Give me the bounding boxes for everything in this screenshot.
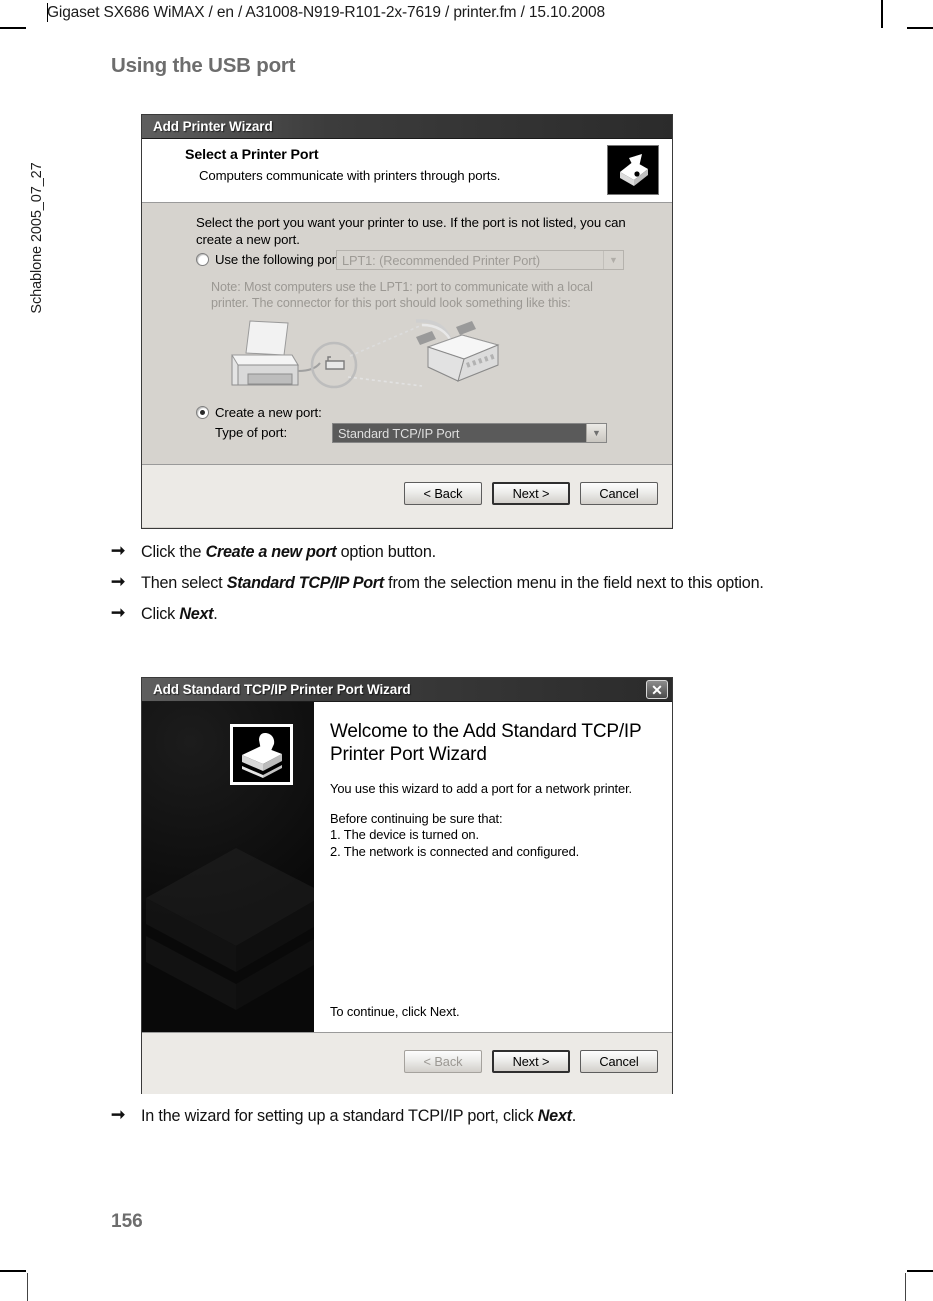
dialog-header-subtitle: Computers communicate with printers thro… <box>199 168 501 183</box>
wizard-welcome-title: Welcome to the Add Standard TCP/IP Print… <box>330 721 642 765</box>
step-bold: Create a new port <box>205 543 337 561</box>
port-select-value: LPT1: (Recommended Printer Port) <box>342 252 541 268</box>
port-select[interactable]: LPT1: (Recommended Printer Port) ▼ <box>336 250 624 270</box>
dialog-header-band: Select a Printer Port Computers communic… <box>142 139 672 203</box>
add-standard-tcpip-printer-port-wizard-dialog: Add Standard TCP/IP Printer Port Wizard … <box>141 677 673 1094</box>
use-following-port-label: Use the following port: <box>215 252 344 267</box>
crop-mark-top-left-h <box>0 27 26 29</box>
dialog-button-row: < Back Next > Cancel <box>404 482 658 505</box>
list-item: ➞ Click the Create a new port option but… <box>111 541 853 563</box>
crop-mark-top-right <box>881 0 883 28</box>
wizard-continue-text: To continue, click Next. <box>330 1004 460 1019</box>
step-suffix: . <box>213 605 218 623</box>
port-note-text: Note: Most computers use the LPT1: port … <box>211 280 593 310</box>
chevron-down-icon[interactable]: ▼ <box>603 251 623 269</box>
crop-mark-bottom-right-v <box>905 1273 906 1301</box>
list-item: 1. The device is turned on. <box>330 827 479 842</box>
step-suffix: . <box>571 1107 577 1125</box>
list-item: ➞ Click Next. <box>111 603 853 625</box>
crop-mark-bottom-left-v <box>27 1273 28 1301</box>
page-number: 156 <box>111 1211 143 1232</box>
step-prefix: Then select <box>141 574 227 592</box>
back-button[interactable]: < Back <box>404 482 482 505</box>
arrow-right-icon: ➞ <box>111 541 126 560</box>
chevron-down-icon[interactable]: ▼ <box>586 424 606 442</box>
wizard-before-continuing: Before continuing be sure that: <box>330 811 503 826</box>
printer-stack-icon <box>230 724 293 785</box>
type-of-port-select-value: Standard TCP/IP Port <box>333 424 586 442</box>
wizard-titlebar: Add Standard TCP/IP Printer Port Wizard … <box>142 678 672 702</box>
document-header: Gigaset SX686 WiMAX / en / A31008-N919-R… <box>47 4 605 21</box>
cancel-button[interactable]: Cancel <box>580 482 658 505</box>
create-new-port-radio-row[interactable]: Create a new port: <box>196 405 322 420</box>
arrow-right-icon: ➞ <box>111 603 126 622</box>
close-icon[interactable]: ✕ <box>646 680 668 699</box>
printer-stack-watermark-icon <box>142 820 314 1030</box>
wizard-content-panel: Welcome to the Add Standard TCP/IP Print… <box>314 702 672 1032</box>
crop-mark-top-right-h <box>907 27 933 29</box>
port-instruction-text: Select the port you want your printer to… <box>196 215 626 247</box>
step-bold: Standard TCP/IP Port <box>226 574 384 592</box>
step-suffix: from the selection menu in the field nex… <box>383 574 764 592</box>
page-title: Using the USB port <box>111 54 296 77</box>
add-printer-wizard-dialog: Add Printer Wizard Select a Printer Port… <box>141 114 673 529</box>
list-item: ➞ In the wizard for setting up a standar… <box>111 1105 853 1127</box>
step-suffix: option button. <box>336 543 437 561</box>
type-of-port-select[interactable]: Standard TCP/IP Port ▼ <box>332 423 607 443</box>
use-following-port-radio-row[interactable]: Use the following port: <box>196 252 343 267</box>
wizard-button-row: < Back Next > Cancel <box>404 1050 658 1073</box>
printer-parallel-connector-illustration <box>210 313 540 403</box>
step-prefix: Click <box>141 605 180 623</box>
printer-port-icon <box>607 145 659 195</box>
arrow-right-icon: ➞ <box>111 572 126 591</box>
type-of-port-label: Type of port: <box>215 425 288 440</box>
wizard-footer-band: < Back Next > Cancel <box>142 1032 672 1094</box>
step-bold: Next <box>179 605 214 623</box>
crop-mark-bottom-left-h <box>0 1270 26 1272</box>
step-prefix: Click the <box>141 543 206 561</box>
dialog-footer-band: < Back Next > Cancel <box>142 465 672 527</box>
list-item: 2. The network is connected and configur… <box>330 843 580 859</box>
step-bold: Next <box>537 1107 572 1125</box>
wizard-title: Add Standard TCP/IP Printer Port Wizard <box>153 682 411 697</box>
list-item: ➞ Then select Standard TCP/IP Port from … <box>111 572 853 594</box>
next-button[interactable]: Next > <box>492 482 570 505</box>
next-button[interactable]: Next > <box>492 1050 570 1073</box>
step-prefix: In the wizard for setting up a standard … <box>141 1107 538 1125</box>
dialog-header-title: Select a Printer Port <box>185 147 319 163</box>
crop-mark-bottom-right-h <box>907 1270 933 1272</box>
dialog-title: Add Printer Wizard <box>153 119 273 134</box>
dialog-body-band: Select the port you want your printer to… <box>142 203 672 465</box>
arrow-right-icon: ➞ <box>111 1105 126 1124</box>
steps-list-first: ➞ Click the Create a new port option but… <box>111 541 853 634</box>
create-new-port-label: Create a new port: <box>215 405 322 420</box>
wizard-banner-panel <box>142 702 314 1032</box>
dialog-titlebar: Add Printer Wizard <box>142 115 672 139</box>
template-side-label: Schablone 2005_07_27 <box>29 162 45 314</box>
wizard-checklist: 1. The device is turned on. 2. The netwo… <box>330 827 656 860</box>
wizard-description: You use this wizard to add a port for a … <box>330 781 633 796</box>
cancel-button[interactable]: Cancel <box>580 1050 658 1073</box>
wizard-body: Welcome to the Add Standard TCP/IP Print… <box>142 702 672 1032</box>
back-button[interactable]: < Back <box>404 1050 482 1073</box>
steps-list-second: ➞ In the wizard for setting up a standar… <box>111 1105 853 1136</box>
use-following-port-radio[interactable] <box>196 253 209 266</box>
create-new-port-radio[interactable] <box>196 406 209 419</box>
